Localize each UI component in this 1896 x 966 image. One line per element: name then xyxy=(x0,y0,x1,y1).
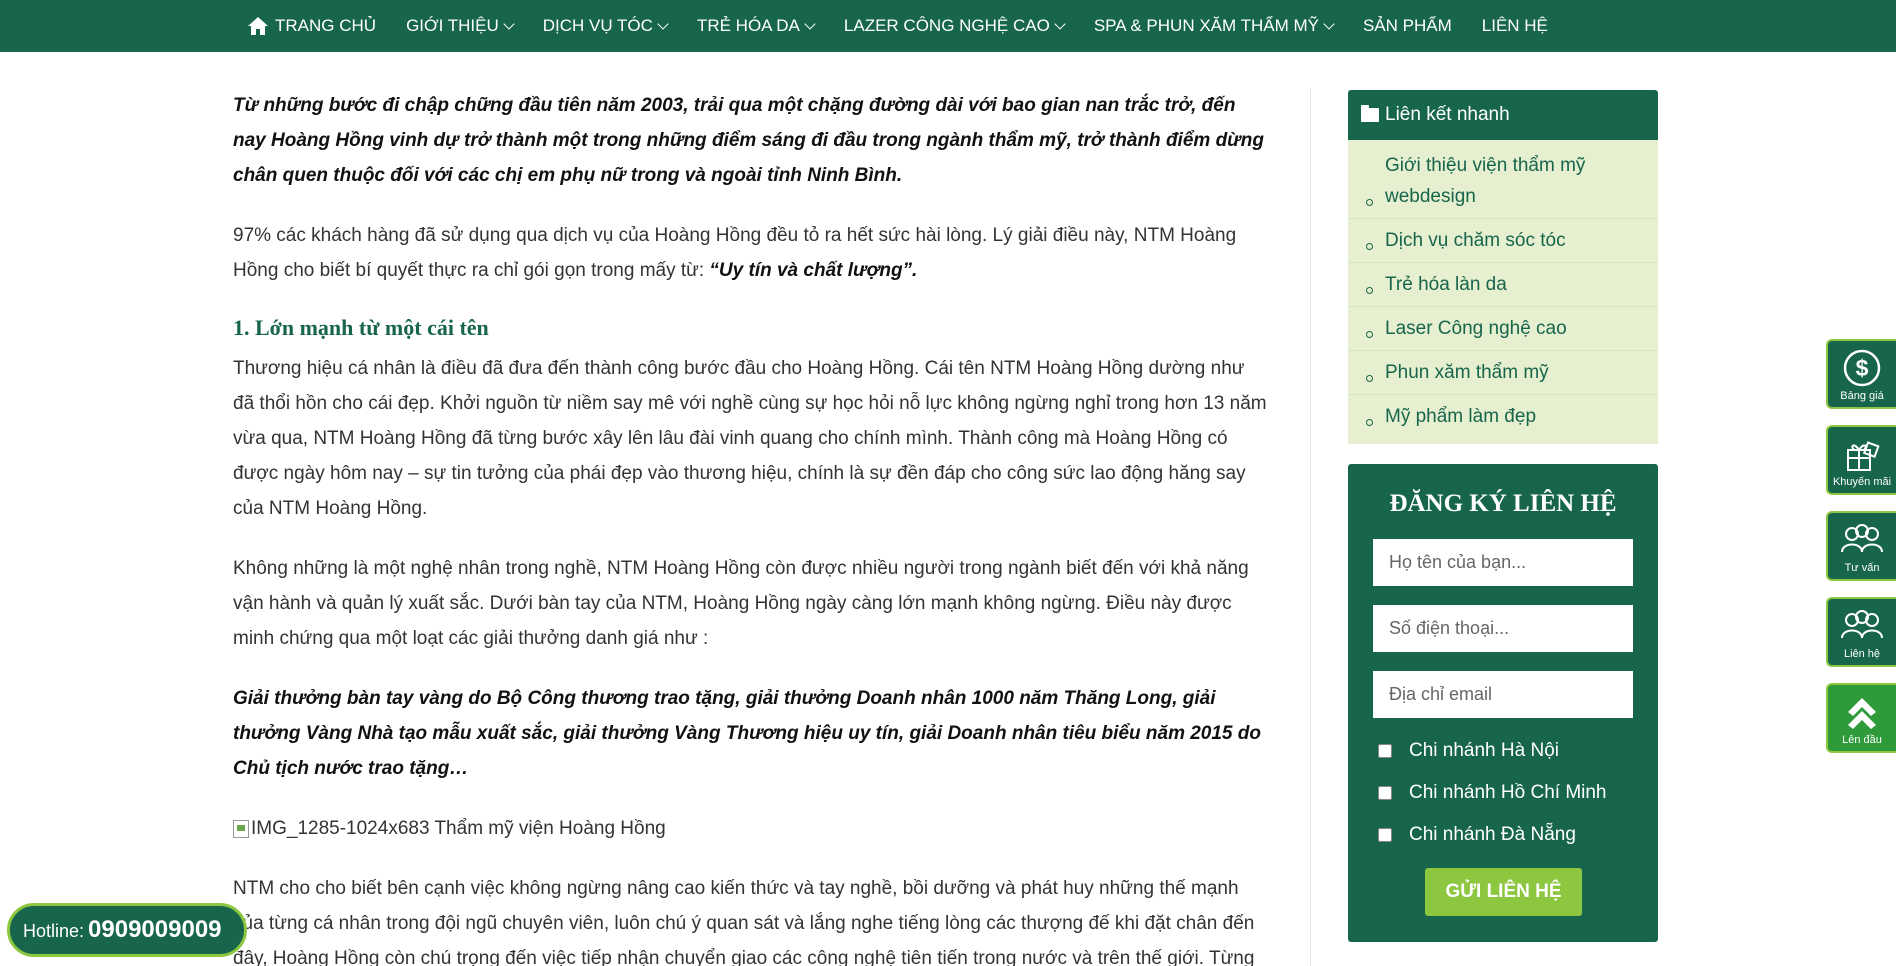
people-icon xyxy=(1841,524,1883,553)
email-input[interactable] xyxy=(1373,671,1633,718)
quick-link-label: Giới thiệu viện thẩm mỹ webdesign xyxy=(1385,155,1586,207)
hotline-number: 0909009009 xyxy=(88,916,222,943)
nav-item-skin-rejuvenation[interactable]: TRẺ HÓA DA xyxy=(696,16,816,36)
float-button-pricing[interactable]: $ Bảng giá xyxy=(1826,339,1896,409)
quick-link-item[interactable]: Giới thiệu viện thẩm mỹ webdesign xyxy=(1348,144,1658,219)
branch-checkbox-hanoi[interactable]: Chi nhánh Hà Nội xyxy=(1378,740,1559,762)
nav-label: TRẺ HÓA DA xyxy=(696,16,800,35)
quick-link-item[interactable]: Laser Công nghệ cao xyxy=(1348,307,1658,351)
nav-label: TRANG CHỦ xyxy=(275,16,377,35)
quick-link-label: Mỹ phẩm làm đẹp xyxy=(1385,406,1537,427)
float-button-label: Liên hệ xyxy=(1843,648,1881,660)
bullet-icon xyxy=(1366,199,1373,206)
nav-item-products[interactable]: SẢN PHẨM xyxy=(1363,16,1452,36)
nav-label: SẢN PHẨM xyxy=(1362,16,1452,35)
gift-icon xyxy=(1847,441,1880,471)
checkbox-label: Chi nhánh Hồ Chí Minh xyxy=(1409,782,1607,803)
folder-icon xyxy=(1361,105,1379,122)
bullet-icon xyxy=(1366,287,1373,294)
svg-text:$: $ xyxy=(1856,355,1869,381)
quick-links-widget: Liên kết nhanh Giới thiệu viện thẩm mỹ w… xyxy=(1348,90,1658,444)
nav-item-laser[interactable]: LAZER CÔNG NGHỆ CAO xyxy=(843,16,1066,36)
nav-item-hair-service[interactable]: DỊCH VỤ TÓC xyxy=(542,16,669,36)
quick-links-header: Liên kết nhanh xyxy=(1348,90,1658,140)
quick-link-item[interactable]: Dịch vụ chăm sóc tóc xyxy=(1348,219,1658,263)
paragraph: Thương hiệu cá nhân là điều đã đưa đến t… xyxy=(233,358,1267,519)
column-divider xyxy=(1310,88,1311,966)
section-heading: 1. Lớn mạnh từ một cái tên xyxy=(233,315,489,340)
checkbox-label: Chi nhánh Đà Nẵng xyxy=(1409,824,1576,845)
hotline-label: Hotline: xyxy=(23,921,85,941)
quick-link-label: Dịch vụ chăm sóc tóc xyxy=(1385,230,1566,251)
checkbox[interactable] xyxy=(1378,786,1392,800)
bullet-icon xyxy=(1366,419,1373,426)
float-button-consult[interactable]: Tư vấn xyxy=(1826,511,1896,581)
article-image: IMG_1285-1024x683 Thẩm mỹ viện Hoàng Hồn… xyxy=(233,811,1268,846)
chevron-down-icon xyxy=(1323,17,1335,30)
broken-image-icon xyxy=(233,819,249,838)
branch-checkbox-hcm[interactable]: Chi nhánh Hồ Chí Minh xyxy=(1378,782,1607,804)
bullet-icon xyxy=(1366,375,1373,382)
branch-checkbox-danang[interactable]: Chi nhánh Đà Nẵng xyxy=(1378,824,1576,846)
nav-item-spa[interactable]: SPA & PHUN XĂM THẨM MỸ xyxy=(1093,16,1335,36)
quick-links-title: Liên kết nhanh xyxy=(1385,104,1510,125)
nav-item-about[interactable]: GIỚI THIỆU xyxy=(406,16,515,36)
float-button-promotion[interactable]: Khuyến mãi xyxy=(1826,425,1896,495)
checkbox[interactable] xyxy=(1378,828,1392,842)
awards-paragraph: Giải thưởng bàn tay vàng do Bộ Công thươ… xyxy=(233,688,1261,779)
dollar-icon: $ xyxy=(1843,349,1881,387)
name-input[interactable] xyxy=(1373,539,1633,586)
nav-label: DỊCH VỤ TÓC xyxy=(542,16,653,35)
nav-menu: TRANG CHỦ GIỚI THIỆU DỊCH VỤ TÓC TRẺ HÓA… xyxy=(247,0,1578,52)
nav-item-contact[interactable]: LIÊN HỆ xyxy=(1482,16,1548,36)
chevron-down-icon xyxy=(503,17,515,30)
register-form: ĐĂNG KÝ LIÊN HỆ Chi nhánh Hà Nội Chi nhá… xyxy=(1348,464,1658,942)
paragraph: NTM cho cho biết bên cạnh việc không ngừ… xyxy=(233,878,1255,966)
intro-paragraph: Từ những bước đi chập chững đầu tiên năm… xyxy=(233,95,1264,186)
nav-label: LAZER CÔNG NGHỆ CAO xyxy=(843,16,1050,35)
float-button-contact[interactable]: Liên hệ xyxy=(1826,597,1896,667)
nav-label: SPA & PHUN XĂM THẨM MỸ xyxy=(1093,16,1319,35)
quick-link-item[interactable]: Mỹ phẩm làm đẹp xyxy=(1348,395,1658,438)
nav-label: LIÊN HỆ xyxy=(1481,16,1548,35)
phone-input[interactable] xyxy=(1373,605,1633,652)
float-button-label: Lên đầu xyxy=(1842,734,1882,746)
top-navigation: TRANG CHỦ GIỚI THIỆU DỊCH VỤ TÓC TRẺ HÓA… xyxy=(0,0,1896,52)
image-alt-text: IMG_1285-1024x683 Thẩm mỹ viện Hoàng Hồn… xyxy=(251,818,666,839)
people-icon xyxy=(1841,610,1883,639)
double-chevron-up-icon xyxy=(1848,698,1876,729)
nav-item-home[interactable]: TRANG CHỦ xyxy=(247,16,376,36)
chevron-down-icon xyxy=(657,17,669,30)
bullet-icon xyxy=(1366,243,1373,250)
nav-label: GIỚI THIỆU xyxy=(406,16,499,35)
paragraph: Không những là một nghệ nhân trong nghề,… xyxy=(233,558,1249,649)
quick-link-label: Trẻ hóa làn da xyxy=(1385,274,1507,295)
register-title: ĐĂNG KÝ LIÊN HỆ xyxy=(1389,490,1617,517)
quick-link-label: Phun xăm thẩm mỹ xyxy=(1385,362,1549,383)
chevron-down-icon xyxy=(804,17,816,30)
hotline-button[interactable]: Hotline: 0909009009 xyxy=(7,903,247,957)
quick-link-item[interactable]: Trẻ hóa làn da xyxy=(1348,263,1658,307)
checkbox-label: Chi nhánh Hà Nội xyxy=(1409,740,1559,761)
submit-button[interactable]: GỬI LIÊN HỆ xyxy=(1425,868,1582,916)
quick-links-list: Giới thiệu viện thẩm mỹ webdesign Dịch v… xyxy=(1348,140,1658,444)
float-button-label: Bảng giá xyxy=(1840,390,1884,402)
paragraph: 97% các khách hàng đã sử dụng qua dịch v… xyxy=(233,218,1268,288)
float-button-label: Tư vấn xyxy=(1844,562,1880,574)
chevron-down-icon xyxy=(1054,17,1066,30)
home-icon xyxy=(248,17,268,35)
article-content: Từ những bước đi chập chững đầu tiên năm… xyxy=(233,88,1268,966)
quick-link-item[interactable]: Phun xăm thẩm mỹ xyxy=(1348,351,1658,395)
checkbox[interactable] xyxy=(1378,744,1392,758)
float-button-label: Khuyến mãi xyxy=(1832,476,1892,488)
float-button-scroll-top[interactable]: Lên đầu xyxy=(1826,683,1896,753)
bullet-icon xyxy=(1366,331,1373,338)
quick-link-label: Laser Công nghệ cao xyxy=(1385,318,1567,339)
quote-text: “Uy tín và chất lượng”. xyxy=(709,260,918,281)
